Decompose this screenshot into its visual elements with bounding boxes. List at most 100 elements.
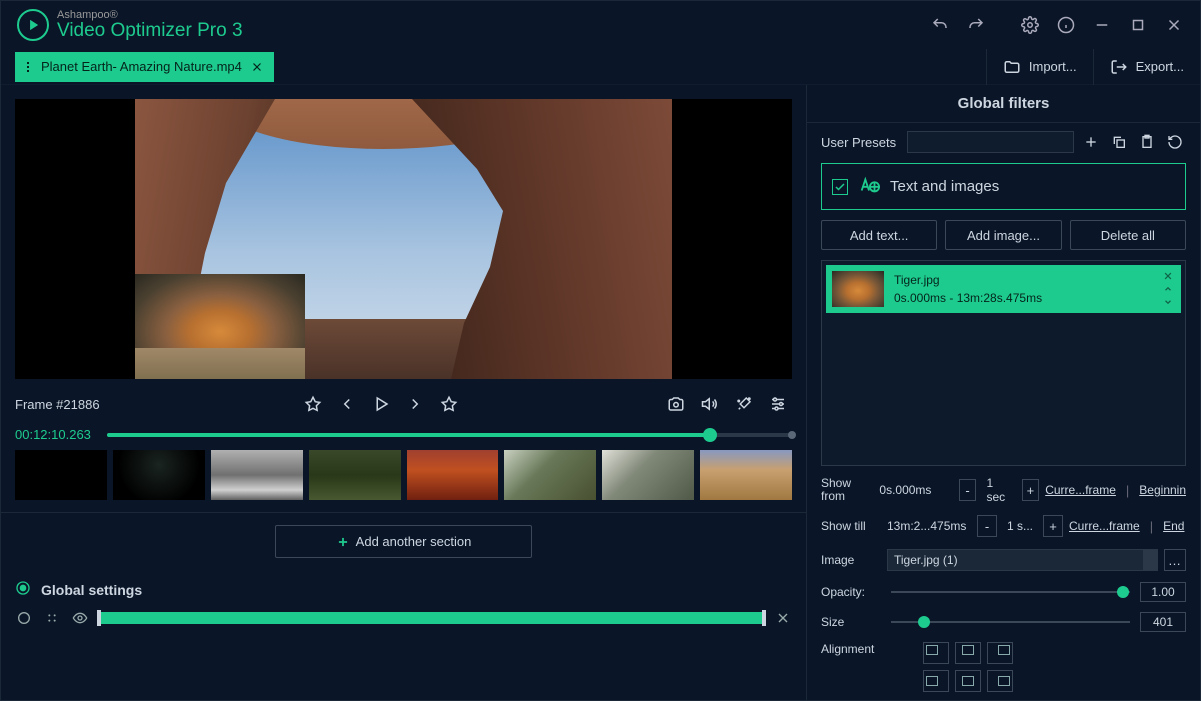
redo-button[interactable] (958, 7, 994, 43)
filter-section-header[interactable]: Text and images (821, 163, 1186, 210)
size-value[interactable]: 401 (1140, 612, 1186, 632)
preset-reset-button[interactable] (1164, 131, 1186, 153)
global-settings-title: Global settings (41, 582, 142, 598)
preset-copy-button[interactable] (1108, 131, 1130, 153)
play-button[interactable] (367, 390, 395, 418)
timeline-delete-icon[interactable] (774, 609, 792, 627)
tab-bar: Planet Earth- Amazing Nature.mp4 Import.… (1, 49, 1200, 85)
delete-all-button[interactable]: Delete all (1070, 220, 1186, 250)
audio-button[interactable] (696, 390, 724, 418)
snapshot-button[interactable] (662, 390, 690, 418)
beginning-link[interactable]: Beginnin (1139, 483, 1186, 497)
show-from-inc[interactable]: + (1022, 479, 1040, 501)
add-section-button[interactable]: Add another section (275, 525, 533, 558)
alignment-label: Alignment (821, 642, 881, 656)
filter-section-title: Text and images (890, 178, 999, 195)
thumbnail[interactable] (602, 450, 694, 500)
global-settings-header[interactable]: Global settings (15, 580, 792, 599)
tab-close-button[interactable] (250, 60, 264, 74)
maximize-button[interactable] (1120, 9, 1156, 41)
filter-enabled-checkbox[interactable] (832, 179, 848, 195)
show-till-dec[interactable]: - (977, 515, 997, 537)
next-frame-button[interactable] (401, 390, 429, 418)
scrubber-track[interactable] (107, 433, 792, 437)
preset-label: User Presets (821, 135, 901, 150)
thumbnail[interactable] (113, 450, 205, 500)
file-tab[interactable]: Planet Earth- Amazing Nature.mp4 (15, 52, 274, 82)
image-row: Image Tiger.jpg (1) … (821, 548, 1186, 572)
align-middle-right[interactable] (987, 670, 1013, 692)
size-row: Size 401 (821, 612, 1186, 632)
timeline-visibility-icon[interactable] (71, 609, 89, 627)
overlay-list: Tiger.jpg 0s.000ms - 13m:28s.475ms (821, 260, 1186, 466)
overlay-move-down-icon[interactable] (1161, 296, 1175, 308)
overlay-remove-icon[interactable] (1161, 270, 1175, 282)
show-from-label: Show from (821, 477, 873, 503)
thumbnail[interactable] (211, 450, 303, 500)
settings-button[interactable] (1012, 7, 1048, 43)
align-middle-center[interactable] (955, 670, 981, 692)
thumbnail[interactable] (504, 450, 596, 500)
image-more-button[interactable]: … (1164, 549, 1186, 571)
minimize-button[interactable] (1084, 9, 1120, 41)
mark-in-button[interactable] (299, 390, 327, 418)
align-top-center[interactable] (955, 642, 981, 664)
current-frame-link-2[interactable]: Curre...frame (1069, 519, 1140, 533)
timeline-clip[interactable] (99, 612, 764, 624)
size-slider[interactable] (891, 621, 1130, 623)
scrubber-thumb[interactable] (703, 428, 717, 442)
thumbnail-strip[interactable] (15, 450, 792, 500)
size-label: Size (821, 615, 881, 629)
timeline-grip-icon[interactable] (43, 609, 61, 627)
brand-text: Ashampoo® Video Optimizer Pro 3 (57, 9, 243, 42)
adjustments-button[interactable] (764, 390, 792, 418)
add-image-button[interactable]: Add image... (945, 220, 1061, 250)
close-window-button[interactable] (1156, 9, 1192, 41)
thumbnail[interactable] (15, 450, 107, 500)
titlebar: Ashampoo® Video Optimizer Pro 3 (1, 1, 1200, 49)
opacity-row: Opacity: 1.00 (821, 582, 1186, 602)
align-top-left[interactable] (923, 642, 949, 664)
preset-select[interactable] (907, 131, 1074, 153)
align-middle-left[interactable] (923, 670, 949, 692)
align-top-right[interactable] (987, 642, 1013, 664)
info-button[interactable] (1048, 7, 1084, 43)
image-select[interactable]: Tiger.jpg (1) (887, 549, 1158, 571)
timeline-record-icon[interactable] (15, 609, 33, 627)
timecode-label: 00:12:10.263 (15, 427, 95, 442)
brand-top: Ashampoo® (57, 9, 243, 21)
overlay-move-up-icon[interactable] (1161, 283, 1175, 295)
thumbnail[interactable] (407, 450, 499, 500)
mark-out-button[interactable] (435, 390, 463, 418)
frame-number-label: Frame #21886 (15, 397, 100, 412)
show-from-dec[interactable]: - (959, 479, 977, 501)
right-panel-title: Global filters (807, 85, 1200, 123)
overlay-timerange: 0s.000ms - 13m:28s.475ms (894, 291, 1042, 305)
effects-button[interactable] (730, 390, 758, 418)
undo-button[interactable] (922, 7, 958, 43)
overlay-image[interactable] (135, 274, 305, 379)
thumbnail[interactable] (700, 450, 792, 500)
preset-paste-button[interactable] (1136, 131, 1158, 153)
video-preview[interactable] (15, 99, 792, 379)
export-button[interactable]: Export... (1093, 49, 1200, 85)
opacity-value[interactable]: 1.00 (1140, 582, 1186, 602)
preset-add-button[interactable] (1080, 131, 1102, 153)
show-till-value: 13m:2...475ms (887, 519, 971, 533)
import-label: Import... (1029, 59, 1077, 74)
thumbnail[interactable] (309, 450, 401, 500)
image-label: Image (821, 553, 881, 567)
import-button[interactable]: Import... (986, 49, 1093, 85)
show-from-step: 1 sec (982, 476, 1015, 504)
prev-frame-button[interactable] (333, 390, 361, 418)
show-till-inc[interactable]: + (1043, 515, 1063, 537)
overlay-list-item[interactable]: Tiger.jpg 0s.000ms - 13m:28s.475ms (826, 265, 1181, 313)
current-frame-link[interactable]: Curre...frame (1045, 483, 1116, 497)
add-text-button[interactable]: Add text... (821, 220, 937, 250)
export-label: Export... (1136, 59, 1184, 74)
end-link[interactable]: End (1163, 519, 1184, 533)
transport-bar: Frame #21886 (15, 385, 792, 423)
tab-drag-handle-icon[interactable] (27, 62, 33, 72)
opacity-slider[interactable] (891, 591, 1130, 593)
preset-row: User Presets (821, 131, 1186, 153)
